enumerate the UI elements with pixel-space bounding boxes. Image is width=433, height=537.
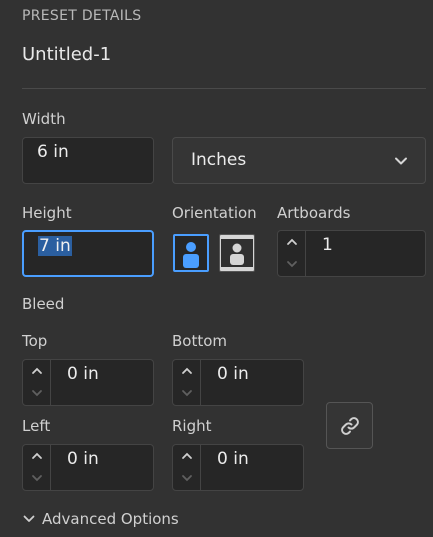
link-bleed-button[interactable] — [326, 402, 373, 449]
decrement-button[interactable] — [173, 382, 201, 404]
chevron-down-icon — [395, 157, 407, 165]
bleed-left-field[interactable]: 0 in — [22, 444, 154, 491]
increment-button[interactable] — [23, 445, 51, 467]
chevron-down-icon — [23, 515, 35, 522]
bleed-left-value: 0 in — [67, 449, 99, 469]
increment-button[interactable] — [173, 360, 201, 382]
artboards-value: 1 — [322, 235, 333, 255]
units-value: Inches — [191, 150, 247, 170]
units-dropdown[interactable]: Inches — [172, 137, 426, 184]
bleed-bottom-value: 0 in — [217, 364, 249, 384]
bleed-bottom-field[interactable]: 0 in — [172, 359, 304, 406]
chevron-up-icon — [32, 452, 42, 459]
bleed-bottom-label: Bottom — [172, 332, 228, 350]
landscape-orientation-button[interactable] — [219, 234, 255, 272]
decrement-button[interactable] — [173, 467, 201, 489]
advanced-options-label: Advanced Options — [42, 510, 179, 528]
chevron-up-icon — [182, 452, 192, 459]
bleed-top-field[interactable]: 0 in — [22, 359, 154, 406]
height-label: Height — [22, 204, 72, 222]
width-label: Width — [22, 110, 66, 128]
bleed-bottom-stepper — [173, 360, 201, 405]
preset-name-field[interactable]: Untitled-1 — [22, 44, 111, 65]
bleed-right-field[interactable]: 0 in — [172, 444, 304, 491]
chevron-down-icon — [287, 261, 297, 268]
width-value: 6 in — [37, 142, 69, 162]
bleed-top-value: 0 in — [67, 364, 99, 384]
decrement-button[interactable] — [23, 467, 51, 489]
artboards-stepper — [278, 231, 306, 276]
increment-button[interactable] — [23, 360, 51, 382]
width-field[interactable]: 6 in — [22, 137, 154, 184]
bleed-top-stepper — [23, 360, 51, 405]
portrait-person-icon — [183, 242, 199, 268]
height-field[interactable]: 7 in — [22, 230, 154, 277]
bleed-left-stepper — [23, 445, 51, 490]
chevron-up-icon — [287, 238, 297, 245]
artboards-field[interactable]: 1 — [277, 230, 426, 277]
portrait-orientation-button[interactable] — [173, 234, 209, 272]
advanced-options-toggle[interactable]: Advanced Options — [22, 510, 179, 528]
chevron-down-icon — [182, 390, 192, 397]
bleed-label: Bleed — [22, 295, 65, 313]
bleed-right-stepper — [173, 445, 201, 490]
landscape-person-icon — [221, 239, 253, 267]
artboards-label: Artboards — [277, 204, 351, 222]
increment-button[interactable] — [278, 231, 306, 253]
divider — [22, 88, 426, 89]
chevron-down-icon — [182, 475, 192, 482]
increment-button[interactable] — [173, 445, 201, 467]
decrement-button[interactable] — [278, 253, 306, 275]
bleed-right-value: 0 in — [217, 449, 249, 469]
link-icon — [340, 416, 359, 435]
chevron-up-icon — [182, 367, 192, 374]
chevron-down-icon — [32, 390, 42, 397]
orientation-label: Orientation — [172, 204, 257, 222]
bleed-right-label: Right — [172, 417, 212, 435]
decrement-button[interactable] — [23, 382, 51, 404]
height-value: 7 in — [38, 236, 72, 256]
bleed-top-label: Top — [22, 332, 48, 350]
bleed-left-label: Left — [22, 417, 51, 435]
chevron-down-icon — [32, 475, 42, 482]
chevron-up-icon — [32, 367, 42, 374]
section-title: PRESET DETAILS — [22, 8, 142, 24]
